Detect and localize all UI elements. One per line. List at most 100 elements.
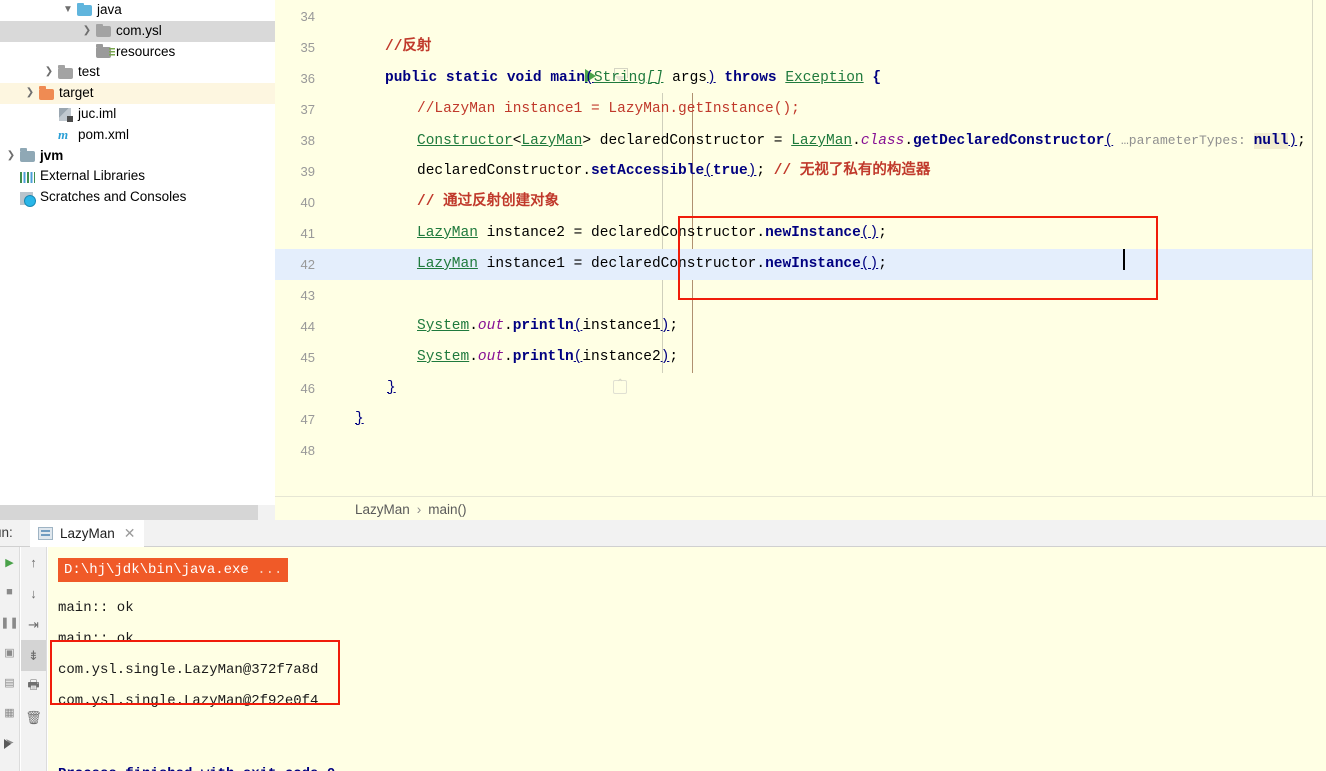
layout-icon[interactable]: ▤ bbox=[0, 667, 19, 697]
expand-arrow-icon[interactable] bbox=[4, 739, 11, 749]
tree-item-jvm[interactable]: ❯ jvm bbox=[0, 146, 275, 167]
line-number: 40 bbox=[300, 195, 315, 210]
folder-orange-icon bbox=[38, 86, 56, 102]
editor-line-48[interactable]: 48 bbox=[275, 435, 1326, 466]
editor-scrollbar-area[interactable] bbox=[1312, 0, 1326, 496]
run-left-toolbar[interactable]: ▶ ■ ❚❚ ▣ ▤ ▦ ➤ bbox=[0, 547, 20, 771]
code-text: public static void main(String[] args) t… bbox=[385, 70, 882, 86]
console-toolbar[interactable]: ↑ ↓ ⇥ ⇟ 🖶 🗑 bbox=[21, 547, 47, 771]
breadcrumb-class[interactable]: LazyMan bbox=[355, 502, 410, 517]
line-number: 42 bbox=[300, 257, 315, 272]
line-number: 36 bbox=[300, 71, 315, 86]
editor-line-46[interactable]: 46} bbox=[275, 373, 1326, 404]
editor-line-45[interactable]: 45 System.out.println(instance2); bbox=[275, 342, 1326, 373]
editor-line-35[interactable]: 35 //反射 bbox=[275, 32, 1326, 63]
chevron-right-icon[interactable]: ❯ bbox=[3, 146, 19, 167]
chevron-down-icon[interactable]: ▼ bbox=[60, 0, 76, 21]
tree-item-test[interactable]: ❯ test bbox=[0, 62, 275, 83]
tree-splitter[interactable] bbox=[0, 505, 258, 520]
breadcrumb-method[interactable]: main() bbox=[428, 502, 466, 517]
folder-module-icon bbox=[19, 148, 37, 164]
line-number: 37 bbox=[300, 102, 315, 117]
folder-blue-icon bbox=[76, 2, 94, 18]
clear-all-icon[interactable]: 🗑 bbox=[21, 702, 46, 733]
code-text: } bbox=[387, 380, 396, 396]
tree-item-juc-iml[interactable]: juc.iml bbox=[0, 104, 275, 125]
line-number: 48 bbox=[300, 443, 315, 458]
editor-line-40[interactable]: 40 // 通过反射创建对象 bbox=[275, 187, 1326, 218]
chevron-right-icon[interactable]: ❯ bbox=[22, 83, 38, 104]
line-number: 34 bbox=[300, 9, 315, 24]
console-finish-line: Process finished with exit code 0 bbox=[58, 759, 335, 771]
rerun-icon[interactable]: ▶ bbox=[0, 547, 19, 577]
tree-item-java[interactable]: ▼ java bbox=[0, 0, 275, 21]
console-command-text: D:\hj\jdk\bin\java.exe bbox=[64, 562, 249, 578]
editor-line-44[interactable]: 44 System.out.println(instance1); bbox=[275, 311, 1326, 342]
editor-line-36[interactable]: 36 public static void main(String[] args)… bbox=[275, 63, 1326, 94]
breadcrumb[interactable]: LazyMan › main() bbox=[275, 496, 1326, 522]
scroll-to-end-icon[interactable]: ⇟ bbox=[21, 640, 46, 671]
close-icon[interactable]: ✕ bbox=[124, 525, 136, 542]
stop-icon[interactable]: ■ bbox=[0, 577, 19, 607]
code-text: System.out.println(instance2); bbox=[417, 349, 679, 365]
line-number: 44 bbox=[300, 319, 315, 334]
line-number: 43 bbox=[300, 288, 315, 303]
tree-item-com-ysl[interactable]: ❯ com.ysl bbox=[0, 20, 275, 42]
line-number: 45 bbox=[300, 350, 315, 365]
chevron-right-icon[interactable]: ❯ bbox=[41, 62, 57, 83]
code-text: Constructor<LazyMan> declaredConstructor… bbox=[417, 133, 1306, 149]
run-tab-bar: un: LazyMan ✕ bbox=[0, 520, 1326, 547]
run-window-label: un: bbox=[0, 525, 13, 540]
tree-item-label: com.ysl bbox=[116, 22, 162, 38]
folder-resources-icon bbox=[95, 44, 115, 60]
line-number: 47 bbox=[300, 412, 315, 427]
editor-line-39[interactable]: 39 declaredConstructor.setAccessible(true… bbox=[275, 156, 1326, 187]
tree-item-label: juc.iml bbox=[78, 105, 117, 121]
trace-icon[interactable]: ▣ bbox=[0, 637, 19, 667]
folder-gray-icon bbox=[95, 23, 113, 39]
console-command-line: D:\hj\jdk\bin\java.exe ... bbox=[58, 558, 289, 582]
editor-line-38[interactable]: 38 Constructor<LazyMan> declaredConstruct… bbox=[275, 125, 1326, 156]
tree-item-external-libraries[interactable]: External Libraries bbox=[0, 166, 275, 187]
text-caret bbox=[1123, 249, 1125, 270]
tree-item-resources[interactable]: resources bbox=[0, 42, 275, 63]
line-number: 35 bbox=[300, 40, 315, 55]
run-tab-lazyman[interactable]: LazyMan ✕ bbox=[30, 520, 144, 547]
line-number: 46 bbox=[300, 381, 315, 396]
breadcrumb-separator-icon: › bbox=[416, 502, 422, 517]
pause-icon[interactable]: ❚❚ bbox=[0, 607, 19, 637]
scroll-up-icon[interactable]: ↑ bbox=[21, 547, 46, 578]
code-editor[interactable]: 34 35 //反射 36 public static void main(String… bbox=[275, 0, 1326, 496]
folder-gray-icon bbox=[57, 65, 75, 81]
chevron-right-icon[interactable]: ❯ bbox=[79, 21, 95, 42]
tree-item-label: pom.xml bbox=[78, 126, 130, 142]
tree-item-label: resources bbox=[116, 43, 176, 59]
soft-wrap-icon[interactable]: ⇥ bbox=[21, 609, 46, 640]
tree-item-target[interactable]: ❯ target bbox=[0, 83, 275, 104]
code-text: //反射 bbox=[385, 39, 432, 55]
scroll-down-icon[interactable]: ↓ bbox=[21, 578, 46, 609]
editor-line-34[interactable]: 34 bbox=[275, 1, 1326, 32]
editor-line-47[interactable]: 47} bbox=[275, 404, 1326, 435]
code-text: System.out.println(instance1); bbox=[417, 318, 679, 334]
settings-icon[interactable]: ▦ bbox=[0, 697, 19, 727]
tree-item-label: test bbox=[78, 64, 100, 80]
tree-item-scratches-and-consoles[interactable]: Scratches and Consoles bbox=[0, 187, 275, 208]
tree-item-pom-xml[interactable]: m pom.xml bbox=[0, 125, 275, 146]
code-text: //LazyMan instance1 = LazyMan.getInstanc… bbox=[417, 101, 800, 117]
library-icon-icon bbox=[19, 169, 37, 185]
tree-item-label: Scratches and Consoles bbox=[40, 189, 187, 205]
project-tree-panel[interactable]: ▼ java ❯ com.ysl resources ❯ test ❯ target juc.im… bbox=[0, 0, 275, 505]
line-number: 38 bbox=[300, 133, 315, 148]
code-annotation-box bbox=[678, 216, 1158, 300]
tree-item-label: java bbox=[97, 2, 122, 17]
run-tab-title: LazyMan bbox=[60, 526, 115, 541]
console-output-line: main:: ok bbox=[58, 600, 134, 616]
tree-item-label: jvm bbox=[40, 147, 64, 163]
scratches-icon-icon bbox=[19, 190, 37, 207]
tree-item-label: target bbox=[59, 85, 94, 101]
code-text: // 通过反射创建对象 bbox=[417, 194, 560, 210]
editor-line-37[interactable]: 37 //LazyMan instance1 = LazyMan.getInsta… bbox=[275, 94, 1326, 125]
print-icon[interactable]: 🖶 bbox=[21, 671, 46, 702]
run-config-icon bbox=[38, 527, 53, 540]
